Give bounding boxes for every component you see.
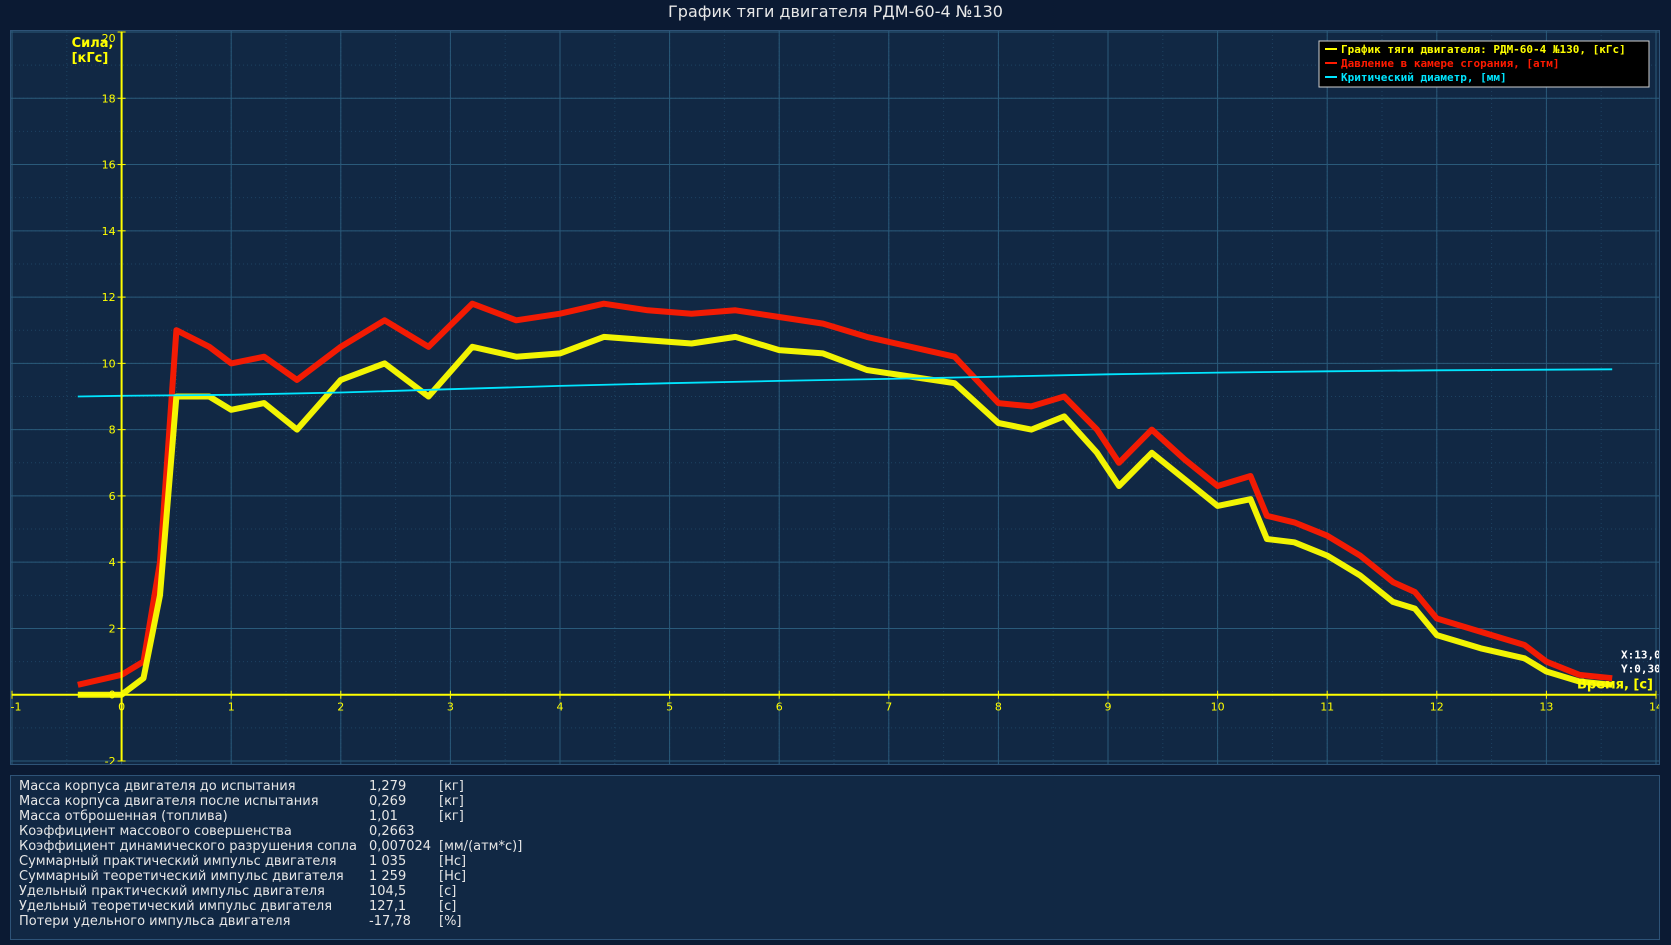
stat-value: 1,01 [369, 809, 398, 824]
y-tick-label: 18 [102, 92, 116, 105]
x-tick-label: 5 [666, 701, 673, 714]
y-tick-label: 16 [102, 159, 116, 172]
stat-unit: [%] [439, 914, 462, 929]
stat-value: 0,2663 [369, 824, 415, 839]
y-tick-label: 6 [109, 490, 116, 503]
y-tick-label: 2 [109, 622, 116, 635]
y-tick-label: 8 [109, 424, 116, 437]
stat-label: Суммарный практический импульс двигателя [19, 854, 337, 869]
stat-value: 1 035 [369, 854, 407, 869]
x-tick-label: 13 [1539, 701, 1553, 714]
x-tick-label: 8 [995, 701, 1002, 714]
x-tick-label: 9 [1105, 701, 1112, 714]
x-tick-label: 10 [1211, 701, 1225, 714]
x-tick-label: 2 [337, 701, 344, 714]
stat-label: Коэффициент динамического разрушения соп… [19, 839, 357, 854]
y-tick-label: 12 [102, 291, 116, 304]
legend-entry[interactable]: Давление в камере сгорания, [атм] [1341, 57, 1560, 70]
y-axis-label-unit: [кГс] [72, 51, 109, 66]
stat-value: 1,279 [369, 779, 407, 794]
stat-unit: [с] [439, 899, 457, 914]
x-tick-label: 14 [1649, 701, 1659, 714]
x-tick-label: 4 [557, 701, 564, 714]
x-tick-label: 12 [1430, 701, 1444, 714]
stat-label: Суммарный теоретический импульс двигател… [19, 869, 344, 884]
y-tick-label: 0 [109, 689, 116, 702]
x-tick-label: 3 [447, 701, 454, 714]
x-tick-label: -1 [11, 701, 21, 714]
stat-unit: [Нс] [439, 854, 467, 869]
stat-label: Удельный теоретический импульс двигателя [19, 899, 333, 914]
stat-value: 0,269 [369, 794, 407, 809]
y-tick-label: 4 [109, 556, 116, 569]
y-tick-label: -2 [105, 755, 116, 764]
stat-unit: [кг] [439, 809, 464, 824]
x-tick-label: 6 [776, 701, 783, 714]
stat-value: 1 259 [369, 869, 407, 884]
chart-title: График тяги двигателя РДМ-60-4 №130 [668, 2, 1003, 21]
stat-label: Удельный практический импульс двигателя [19, 884, 325, 899]
legend-entry[interactable]: График тяги двигателя: РДМ-60-4 №130, [к… [1341, 43, 1626, 56]
cursor-y-readout: Y:0,30 [1621, 663, 1659, 676]
x-tick-label: 11 [1320, 701, 1334, 714]
cursor-x-readout: X:13,0 [1621, 649, 1659, 662]
stat-label: Масса отброшенная (топлива) [19, 809, 228, 824]
stat-unit: [с] [439, 884, 457, 899]
legend-entry[interactable]: Критический диаметр, [мм] [1341, 71, 1507, 84]
y-axis-label: Сила, [72, 36, 114, 51]
stat-label: Коэффициент массового совершенства [19, 824, 292, 839]
x-tick-label: 7 [885, 701, 892, 714]
stat-unit: [мм/(атм*с)] [439, 839, 523, 854]
stat-value: 0,007024 [369, 839, 432, 854]
stat-value: 104,5 [369, 884, 407, 899]
stat-label: Масса корпуса двигателя после испытания [19, 794, 319, 809]
thrust-chart[interactable]: -101234567891011121314-20246810121416182… [11, 31, 1659, 764]
stat-label: Потери удельного импульса двигателя [19, 914, 291, 929]
chart-panel[interactable]: -101234567891011121314-20246810121416182… [10, 30, 1660, 765]
stats-panel: Масса корпуса двигателя до испытания 1,27… [10, 775, 1660, 940]
stat-unit: [кг] [439, 779, 464, 794]
x-axis-label: Время, [с] [1577, 678, 1653, 693]
stat-unit: [кг] [439, 794, 464, 809]
stat-unit: [Нс] [439, 869, 467, 884]
stat-value: -17,78 [369, 914, 411, 929]
stat-value: 127,1 [369, 899, 407, 914]
x-tick-label: 0 [118, 701, 125, 714]
x-tick-label: 1 [228, 701, 235, 714]
y-tick-label: 14 [102, 225, 116, 238]
stat-label: Масса корпуса двигателя до испытания [19, 779, 296, 794]
y-tick-label: 10 [102, 357, 116, 370]
